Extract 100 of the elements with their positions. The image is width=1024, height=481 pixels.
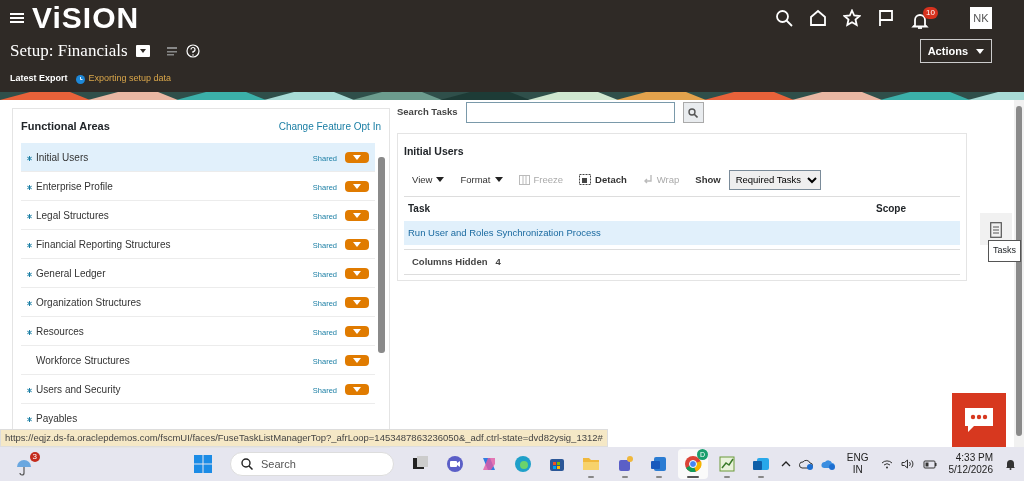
area-name: Resources — [36, 324, 84, 339]
show-label: Show — [695, 172, 721, 187]
chat-button[interactable] — [952, 393, 1006, 447]
taskbar-search-field[interactable]: Search — [230, 452, 394, 476]
search-icon — [241, 458, 253, 470]
chart-document-icon — [718, 455, 736, 473]
bell-icon — [1005, 458, 1016, 470]
caret-icon — [353, 386, 361, 392]
title-dropdown-button[interactable] — [135, 45, 150, 57]
detach-icon — [579, 174, 592, 186]
document-icon — [990, 221, 1002, 238]
feature-opt-in-link[interactable]: Change Feature Opt In — [278, 118, 381, 134]
browser-icon — [514, 455, 532, 473]
clock-date[interactable]: 5/12/2026 — [948, 464, 993, 477]
freeze-button: Freeze — [518, 174, 564, 185]
logo: ViSION — [32, 3, 140, 33]
page-scrollbar[interactable] — [1014, 100, 1024, 447]
search-label: Search Tasks — [397, 105, 458, 120]
task-row[interactable]: Run User and Roles Synchronization Process — [404, 220, 960, 245]
list-icon — [165, 45, 178, 57]
area-menu-button[interactable] — [345, 209, 369, 221]
area-name: Workforce Structures — [36, 353, 130, 368]
area-menu-button[interactable] — [345, 267, 369, 279]
menu-button[interactable]: Format — [460, 177, 503, 183]
chat-icon — [964, 407, 994, 433]
page-title: Setup: Financials — [10, 40, 128, 63]
star-button[interactable] — [843, 9, 861, 27]
windows-icon — [194, 455, 212, 473]
caret-icon — [976, 48, 984, 54]
language-indicator[interactable]: ENG — [846, 451, 869, 464]
tasklist-button[interactable] — [165, 45, 178, 57]
caret-icon — [436, 177, 445, 183]
flag-button[interactable] — [877, 9, 895, 27]
export-label: Latest Export — [10, 72, 68, 86]
folder-icon — [582, 455, 600, 473]
hidden-columns-label: Columns Hidden — [412, 254, 488, 269]
caret-icon — [353, 212, 361, 218]
word-icon — [650, 455, 668, 473]
column-header: Scope — [876, 202, 907, 217]
caret-icon — [353, 357, 361, 363]
notification-badge: 10 — [923, 6, 938, 19]
caret-icon — [353, 183, 361, 189]
volume-icon — [900, 459, 915, 469]
star-icon — [843, 9, 861, 27]
home-icon — [809, 9, 827, 27]
menu-button[interactable] — [10, 12, 24, 24]
wifi-icon — [880, 459, 893, 469]
caret-icon — [353, 241, 361, 247]
panel-title: Functional Areas — [21, 118, 110, 134]
tasks-side-button[interactable] — [980, 213, 1012, 245]
hidden-columns-count: 4 — [495, 254, 501, 269]
area-menu-button[interactable] — [345, 238, 369, 250]
battery-icon — [922, 459, 937, 469]
outlook-icon — [752, 455, 770, 473]
area-name: General Ledger — [36, 266, 106, 281]
status-url: https://eqjz.ds-fa.oraclepdemos.com/fscmUI/faces/FuseTaskListManagerTop?_afrLoop=1453487863236050&_adf.ctrl-state=dvd82ysig_1312# — [0, 428, 608, 447]
clock-time[interactable]: 4:33 PM — [955, 451, 993, 464]
teams-icon — [616, 455, 634, 473]
chrome-icon — [684, 455, 702, 473]
area-menu-button[interactable] — [345, 383, 369, 395]
caret-icon — [353, 328, 361, 334]
area-menu-button[interactable] — [345, 325, 369, 337]
wrap-icon — [642, 174, 653, 185]
search-field[interactable] — [465, 102, 675, 123]
flag-icon — [877, 9, 895, 27]
weather-button[interactable]: 3 — [16, 452, 40, 476]
help-icon — [185, 44, 200, 58]
dropdown-icon — [135, 45, 150, 57]
caret-icon — [494, 177, 503, 183]
search-button[interactable] — [682, 102, 704, 123]
area-name: Users and Security — [36, 382, 121, 397]
area-menu-button[interactable] — [345, 354, 369, 366]
area-name: Financial Reporting Structures — [36, 237, 171, 252]
copilot-icon — [480, 455, 498, 473]
area-menu-button[interactable] — [345, 151, 369, 163]
area-menu-button[interactable] — [345, 180, 369, 192]
chevron-up-icon — [780, 461, 791, 467]
detach-button[interactable]: Detach — [579, 174, 627, 186]
help-button[interactable] — [185, 44, 200, 58]
user-avatar[interactable]: NK — [970, 7, 992, 29]
umbrella-icon — [16, 458, 32, 476]
caret-icon — [353, 270, 361, 276]
columns-icon — [518, 174, 530, 185]
tooltip: Tasks — [988, 240, 1021, 262]
menu-button[interactable]: View — [412, 177, 445, 183]
cloud-icon — [820, 458, 835, 470]
area-name: Enterprise Profile — [36, 179, 113, 194]
cloud-icon — [798, 458, 813, 470]
export-status: Exporting setup data — [88, 72, 172, 86]
home-button[interactable] — [809, 9, 827, 27]
tasks-title: Initial Users — [404, 144, 465, 159]
actions-button[interactable]: Actions — [919, 38, 992, 64]
search-button[interactable] — [775, 9, 793, 27]
show-select[interactable]: Required Tasks — [728, 169, 821, 190]
area-menu-button[interactable] — [345, 296, 369, 308]
caret-icon — [353, 299, 361, 305]
video-call-icon — [446, 455, 464, 473]
region-indicator[interactable]: IN — [852, 464, 863, 477]
search-icon — [688, 107, 699, 118]
bell-button[interactable]: 10 — [911, 6, 938, 30]
